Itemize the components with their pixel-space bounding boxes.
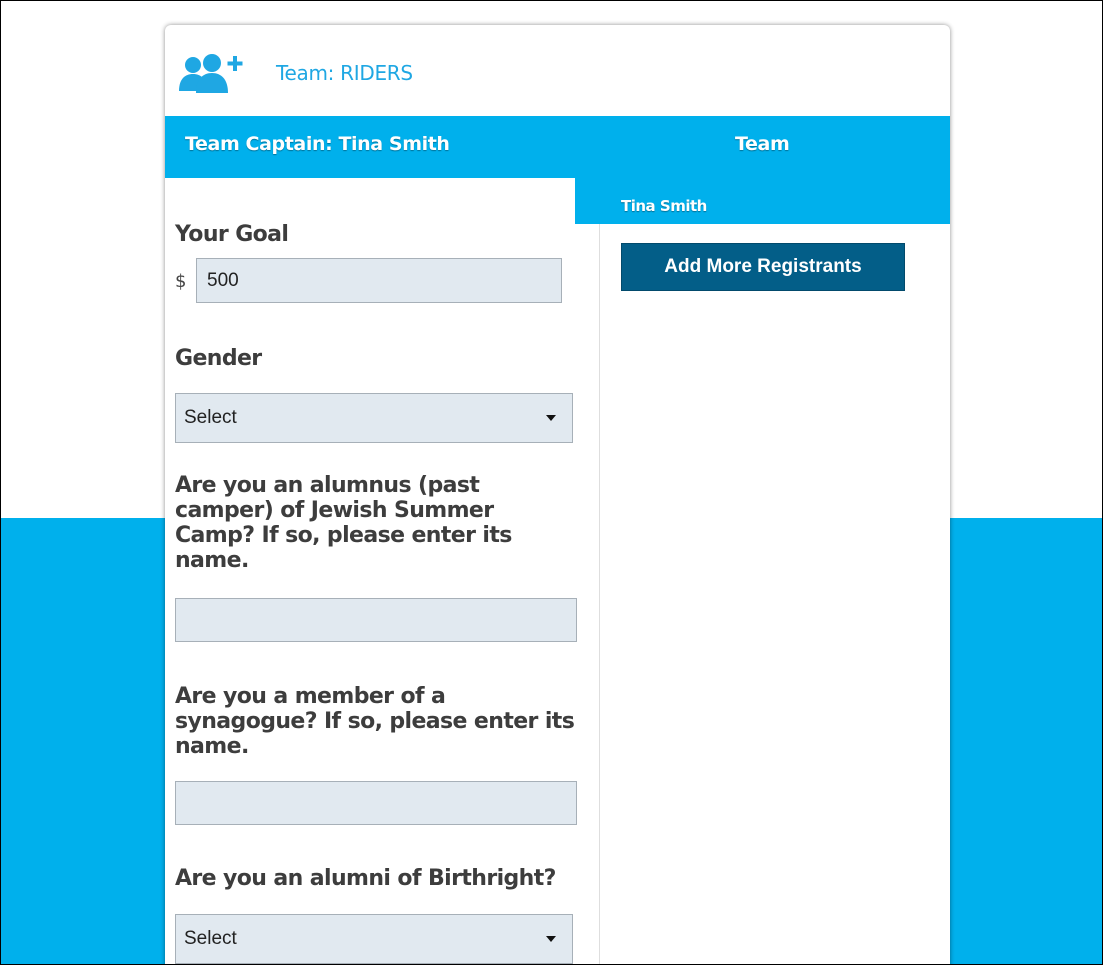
synagogue-name-input[interactable] <box>175 781 577 825</box>
team-member-name: Tina Smith <box>621 197 707 215</box>
add-more-registrants-button[interactable]: Add More Registrants <box>621 243 905 291</box>
team-captain-label: Team Captain: Tina Smith <box>185 133 450 155</box>
registration-card: Team: RIDERS Team Captain: Tina Smith Te… <box>165 25 950 964</box>
birthright-question-label: Are you an alumni of Birthright? <box>175 866 556 891</box>
birthright-selected-value: Select <box>184 928 237 949</box>
goal-input[interactable] <box>196 258 562 303</box>
gender-selected-value: Select <box>184 407 237 428</box>
gender-label: Gender <box>175 346 262 371</box>
gender-select[interactable]: Select <box>175 393 573 443</box>
page: Team: RIDERS Team Captain: Tina Smith Te… <box>0 0 1103 965</box>
add-group-icon <box>179 54 243 93</box>
goal-label: Your Goal <box>175 222 289 247</box>
card-header: Team: RIDERS <box>165 25 950 116</box>
dropdown-arrow-icon <box>546 936 556 942</box>
birthright-select[interactable]: Select <box>175 914 573 964</box>
currency-symbol: $ <box>175 271 187 292</box>
team-title: Team: RIDERS <box>276 61 413 85</box>
team-column-heading: Team <box>735 133 790 155</box>
camp-question-label: Are you an alumnus (past camper) of Jewi… <box>175 473 512 573</box>
camp-name-input[interactable] <box>175 598 577 642</box>
dropdown-arrow-icon <box>546 415 556 421</box>
column-divider <box>599 224 600 964</box>
synagogue-question-label: Are you a member of a synagogue? If so, … <box>175 684 575 759</box>
